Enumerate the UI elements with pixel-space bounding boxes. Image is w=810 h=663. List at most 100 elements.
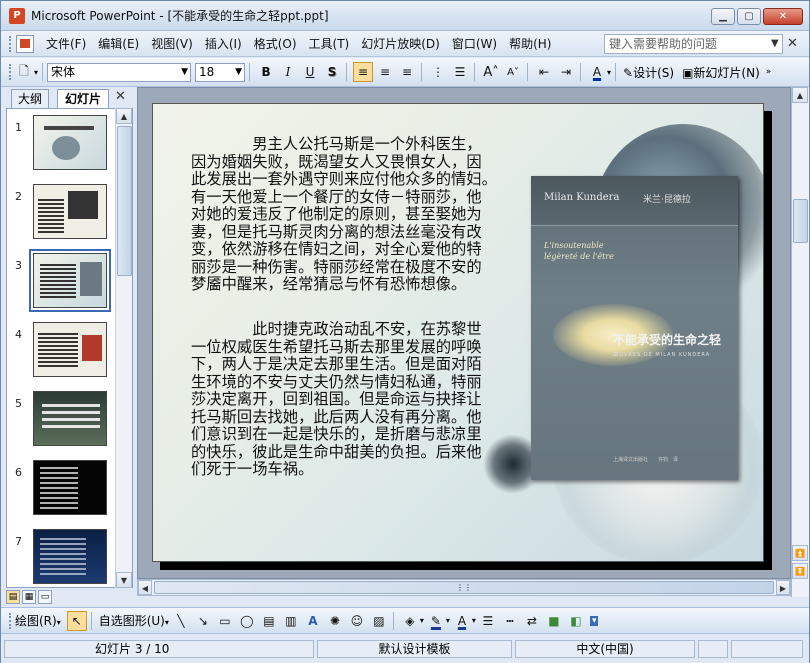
line-icon[interactable]: ╲ <box>171 611 191 631</box>
toolbar-overflow-icon[interactable]: » <box>766 67 772 77</box>
menu-edit[interactable]: 编辑(E) <box>98 35 139 52</box>
slide-sorter-view-icon[interactable]: ▦ <box>22 590 36 604</box>
powerpoint-icon[interactable]: P <box>9 7 25 24</box>
underline-button[interactable]: U <box>300 62 320 82</box>
scroll-right-icon[interactable]: ▶ <box>776 580 790 595</box>
slide-thumbnail-1[interactable] <box>33 115 107 170</box>
arrow-style-icon[interactable]: ⇄ <box>522 611 542 631</box>
toolbar-grip[interactable] <box>9 64 12 80</box>
close-document-icon[interactable]: ✕ <box>787 34 798 54</box>
menu-format[interactable]: 格式(O) <box>254 35 297 52</box>
help-dropdown-icon[interactable]: ▼ <box>771 34 779 54</box>
menu-window[interactable]: 窗口(W) <box>452 35 497 52</box>
shadow-button[interactable]: S <box>322 62 342 82</box>
scroll-thumb[interactable]: ⋮⋮ <box>154 581 774 594</box>
editor-vertical-scrollbar[interactable]: ▲ ⏫ ⏬ <box>791 87 809 597</box>
slide-thumbnail-5[interactable] <box>33 391 107 446</box>
font-name-select[interactable]: 宋体 ▼ <box>47 62 192 82</box>
clipart-icon[interactable]: ☺ <box>347 611 367 631</box>
scroll-left-icon[interactable]: ◀ <box>138 580 152 595</box>
horizontal-scrollbar[interactable]: ◀ ⋮⋮ ▶ <box>137 579 791 596</box>
panel-tabs: 大纲 幻灯片 ✕ <box>1 87 131 108</box>
slide-paragraph-1[interactable]: 男主人公托马斯是一个外科医生， 因为婚姻失败，既渴望女人又畏惧女人，因 此发展出… <box>191 135 497 294</box>
draw-menu-button[interactable]: 绘图(R)▾ <box>15 612 61 629</box>
decrease-font-icon[interactable]: A˅ <box>503 62 523 82</box>
increase-font-icon[interactable]: A˄ <box>481 62 501 82</box>
font-color-icon[interactable]: A <box>452 611 472 631</box>
font-color-dropdown-icon[interactable]: ▾ <box>607 68 611 77</box>
book-cover-image[interactable]: Milan Kundera 米兰·昆德拉 L'insoutenable légè… <box>531 176 738 480</box>
menu-slideshow[interactable]: 幻灯片放映(D) <box>361 35 440 52</box>
menu-insert[interactable]: 插入(I) <box>205 35 242 52</box>
vertical-textbox-icon[interactable]: ▥ <box>281 611 301 631</box>
scroll-up-icon[interactable]: ▲ <box>116 108 132 124</box>
document-icon[interactable] <box>16 34 34 53</box>
menu-help[interactable]: 帮助(H) <box>509 35 551 52</box>
tab-outline[interactable]: 大纲 <box>11 89 49 108</box>
picture-icon[interactable]: ▨ <box>369 611 389 631</box>
new-slide-button[interactable]: ▣新幻灯片(N) <box>682 64 760 81</box>
scroll-thumb[interactable] <box>117 126 132 276</box>
font-color-icon[interactable]: A <box>587 62 607 82</box>
font-size-select[interactable]: 18 ▼ <box>195 62 246 82</box>
numbering-icon[interactable]: ⋮ <box>428 62 448 82</box>
slideshow-view-icon[interactable]: ▭ <box>38 590 52 604</box>
slide-thumbnail-2[interactable] <box>33 184 107 239</box>
toolbar-options-icon[interactable]: ▾ <box>589 615 599 626</box>
close-button[interactable]: ✕ <box>763 8 803 25</box>
align-right-icon[interactable]: ≡ <box>397 62 417 82</box>
scroll-thumb[interactable] <box>793 199 808 243</box>
select-pointer-icon[interactable]: ↖ <box>66 610 87 631</box>
menu-view[interactable]: 视图(V) <box>151 35 193 52</box>
decrease-indent-icon[interactable]: ⇤ <box>534 62 554 82</box>
bullets-icon[interactable]: ☰ <box>450 62 470 82</box>
menu-file[interactable]: 文件(F) <box>46 35 86 52</box>
menu-tools[interactable]: 工具(T) <box>309 35 350 52</box>
chevron-down-icon[interactable]: ▾ <box>420 616 424 625</box>
increase-indent-icon[interactable]: ⇥ <box>556 62 576 82</box>
toolbar-options-icon[interactable]: ▾ <box>34 68 38 77</box>
chevron-down-icon[interactable]: ▾ <box>472 616 476 625</box>
wordart-icon[interactable]: A <box>303 611 323 631</box>
fill-color-icon[interactable]: ◈ <box>400 611 420 631</box>
slide-paragraph-2[interactable]: 此时捷克政治动乱不安，在苏黎世 一位权威医生希望托马斯去那里发展的呼唤 下，两人… <box>191 320 482 479</box>
text-line: 的快乐，彼此是生命中甜美的负担。后来他 <box>191 442 482 461</box>
scroll-up-icon[interactable]: ▲ <box>792 87 808 103</box>
slide-thumbnail-6[interactable] <box>33 460 107 515</box>
slide-canvas[interactable]: 男主人公托马斯是一个外科医生， 因为婚姻失败，既渴望女人又畏惧女人，因 此发展出… <box>152 103 764 562</box>
toolbar-grip[interactable] <box>9 612 12 629</box>
align-left-icon[interactable]: ≡ <box>353 62 374 82</box>
align-center-icon[interactable]: ≡ <box>375 62 395 82</box>
autoshapes-button[interactable]: 自选图形(U)▾ <box>99 612 169 629</box>
slide-thumbnail-3[interactable] <box>33 253 107 308</box>
dash-style-icon[interactable]: ┅ <box>500 611 520 631</box>
scroll-next-slide-icon[interactable]: ⏬ <box>792 563 808 579</box>
slide-thumbnail-4[interactable] <box>33 322 107 377</box>
scroll-prev-slide-icon[interactable]: ⏫ <box>792 545 808 561</box>
arrow-icon[interactable]: ↘ <box>193 611 213 631</box>
maximize-button[interactable]: ▢ <box>737 8 761 25</box>
bold-button[interactable]: B <box>256 62 276 82</box>
new-document-icon[interactable]: 🗋 <box>14 62 34 82</box>
menubar-grip[interactable] <box>9 35 12 52</box>
view-switcher: ▤ ▦ ▭ <box>6 590 66 607</box>
line-color-icon[interactable]: ✎ <box>426 611 446 631</box>
line-style-icon[interactable]: ☰ <box>478 611 498 631</box>
tab-slides[interactable]: 幻灯片 <box>57 89 109 108</box>
thumbnails-scrollbar[interactable]: ▲ ▼ <box>115 108 132 588</box>
slide-thumbnail-7[interactable] <box>33 529 107 584</box>
minimize-button[interactable]: ▁ <box>711 8 735 25</box>
scroll-down-icon[interactable]: ▼ <box>116 572 132 588</box>
shadow-style-icon[interactable]: ■ <box>544 611 564 631</box>
design-button[interactable]: ✎设计(S) <box>623 64 674 81</box>
normal-view-icon[interactable]: ▤ <box>6 590 20 604</box>
3d-style-icon[interactable]: ◧ <box>566 611 586 631</box>
textbox-icon[interactable]: ▤ <box>259 611 279 631</box>
help-search-input[interactable]: 键入需要帮助的问题 <box>604 34 783 54</box>
oval-icon[interactable]: ◯ <box>237 611 257 631</box>
chevron-down-icon[interactable]: ▾ <box>446 616 450 625</box>
diagram-icon[interactable]: ✺ <box>325 611 345 631</box>
rectangle-icon[interactable]: ▭ <box>215 611 235 631</box>
italic-button[interactable]: I <box>278 62 298 82</box>
close-panel-icon[interactable]: ✕ <box>115 89 126 104</box>
